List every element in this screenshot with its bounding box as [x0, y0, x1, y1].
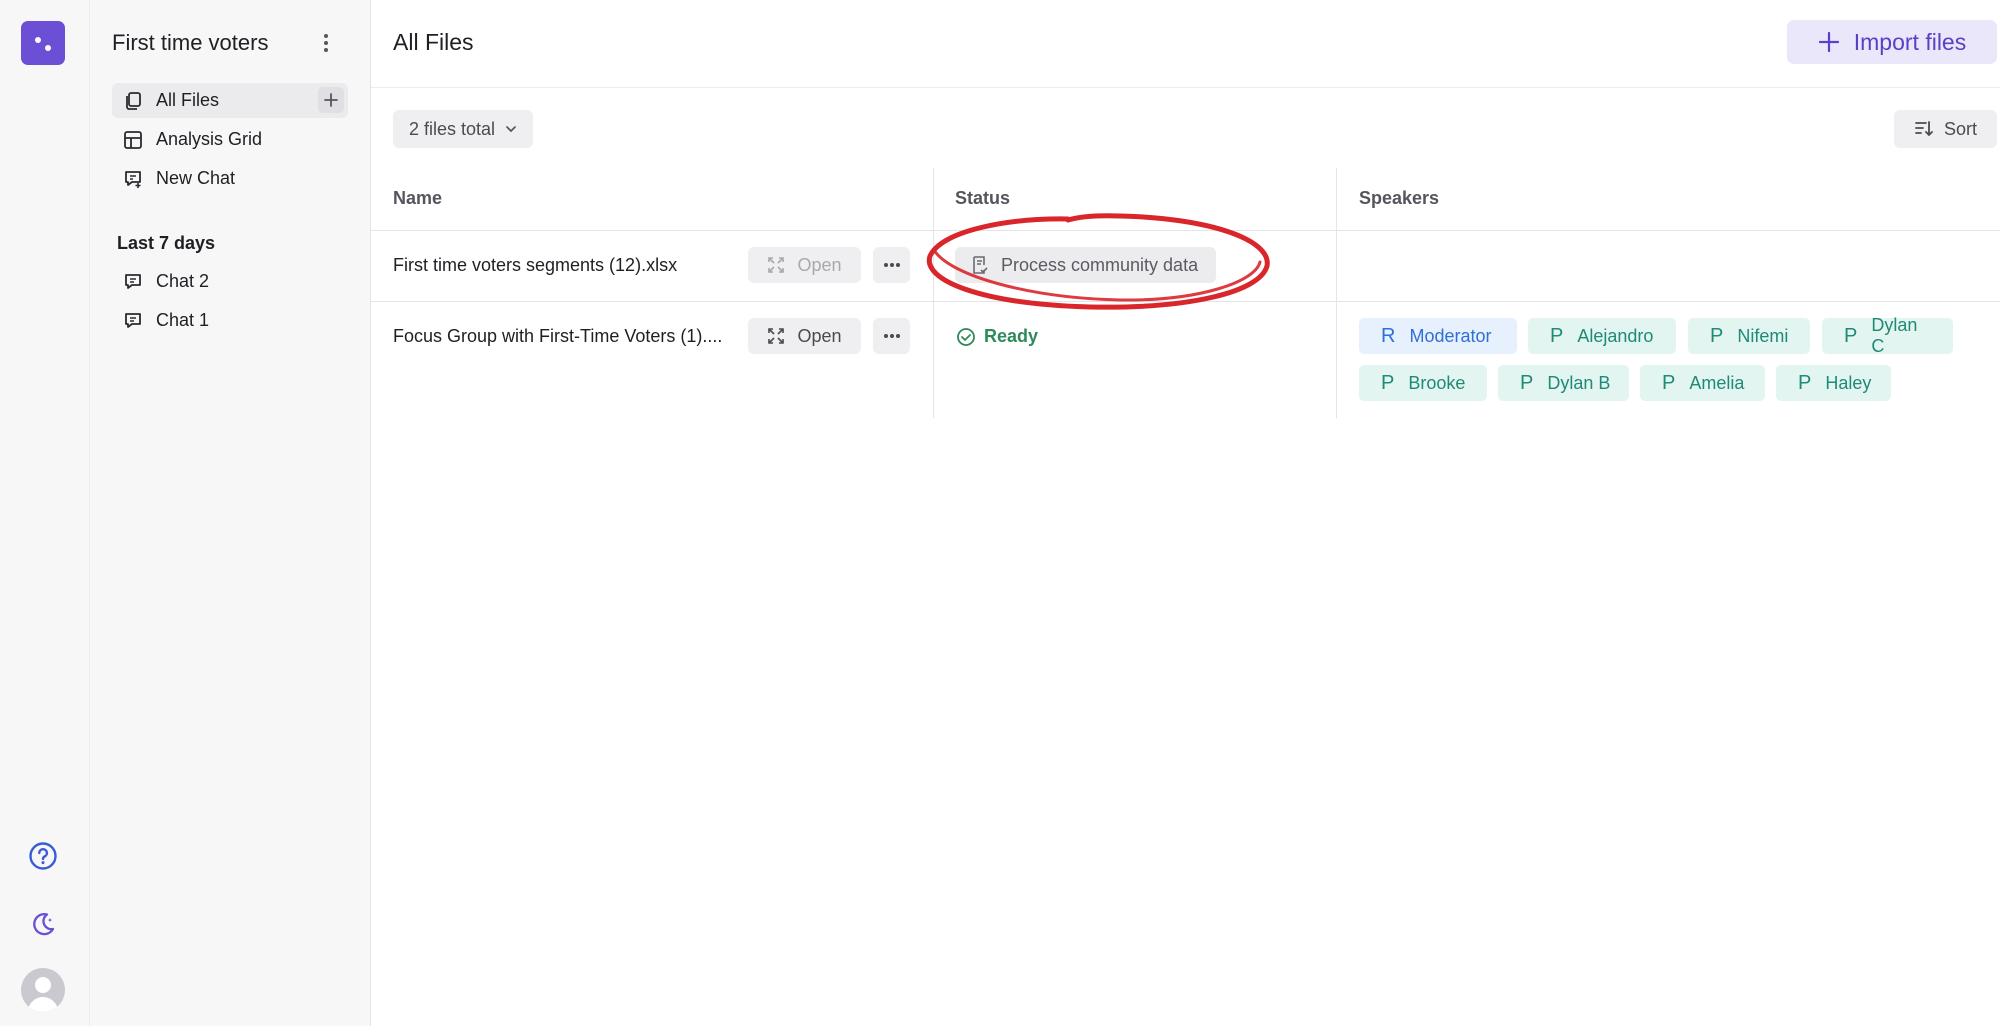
- speaker-initial: P: [1520, 371, 1534, 394]
- speaker-name: Haley: [1825, 372, 1872, 393]
- speaker-chip[interactable]: P Dylan B: [1498, 365, 1629, 401]
- open-button[interactable]: Open: [748, 318, 861, 354]
- file-name[interactable]: First time voters segments (12).xlsx: [393, 255, 677, 276]
- speaker-name: Nifemi: [1737, 325, 1789, 346]
- speaker-name: Moderator: [1409, 325, 1492, 346]
- open-button[interactable]: Open: [748, 247, 861, 283]
- check-circle-icon: [957, 327, 975, 346]
- top-bar: All Files Import files: [371, 0, 2000, 88]
- status-badge-ready: Ready: [956, 326, 1038, 347]
- sidebar-item-label: Analysis Grid: [156, 129, 263, 149]
- column-divider: [1336, 168, 1337, 418]
- sort-icon: [1915, 121, 1933, 137]
- sidebar-item-chat-2[interactable]: Chat 2: [112, 264, 348, 299]
- main-panel: All Files Import files 2 files total Sor…: [371, 0, 2000, 1026]
- import-files-label: Import files: [1853, 28, 1967, 55]
- project-sidebar: First time voters All Files Analysis Gri…: [90, 0, 371, 1026]
- file-name[interactable]: Focus Group with First-Time Voters (1)..…: [393, 326, 722, 347]
- plus-icon: [1818, 31, 1839, 53]
- speaker-chip-moderator[interactable]: R Moderator: [1359, 318, 1517, 354]
- speaker-name: Brooke: [1408, 372, 1466, 393]
- row-divider: [371, 301, 2000, 302]
- sidebar-item-label: Chat 1: [156, 310, 210, 330]
- chevron-down-icon: [506, 126, 516, 133]
- chat-icon: [122, 271, 144, 293]
- speaker-chip[interactable]: P Haley: [1776, 365, 1891, 401]
- speaker-initial: P: [1798, 371, 1812, 394]
- header-divider: [371, 230, 2000, 231]
- speaker-initial: P: [1381, 371, 1395, 394]
- sort-button[interactable]: Sort: [1894, 110, 1997, 148]
- column-header-speakers[interactable]: Speakers: [1359, 188, 1439, 209]
- document-check-icon: [973, 256, 988, 274]
- expand-icon: [768, 257, 785, 273]
- sidebar-item-label: New Chat: [156, 168, 236, 188]
- sidebar-item-analysis-grid[interactable]: Analysis Grid: [112, 122, 348, 157]
- more-options-button[interactable]: [873, 318, 910, 354]
- speaker-chip[interactable]: P Alejandro: [1528, 318, 1676, 354]
- files-total-dropdown[interactable]: 2 files total: [393, 110, 534, 148]
- help-icon[interactable]: [25, 838, 61, 874]
- speaker-chip[interactable]: P Dylan C: [1822, 315, 1953, 356]
- more-horizontal-icon: [883, 334, 900, 338]
- app-logo[interactable]: [21, 21, 65, 65]
- speaker-initial: R: [1381, 324, 1396, 347]
- speaker-chip[interactable]: P Amelia: [1640, 365, 1765, 401]
- grid-icon: [122, 129, 144, 151]
- more-options-button[interactable]: [873, 247, 910, 283]
- sidebar-item-label: All Files: [156, 90, 220, 110]
- project-title: First time voters: [112, 30, 269, 55]
- sidebar-item-chat-1[interactable]: Chat 1: [112, 303, 348, 338]
- moon-icon[interactable]: [25, 906, 61, 942]
- more-horizontal-icon: [883, 263, 900, 267]
- speaker-name: Alejandro: [1577, 325, 1654, 346]
- sort-label: Sort: [1943, 118, 1977, 139]
- column-divider: [933, 168, 934, 418]
- expand-icon: [768, 328, 785, 344]
- speaker-chip[interactable]: P Nifemi: [1688, 318, 1810, 354]
- sidebar-item-label: Chat 2: [156, 271, 210, 291]
- status-label: Process community data: [1001, 254, 1199, 275]
- page-title: All Files: [393, 29, 474, 55]
- sidebar-item-all-files[interactable]: All Files: [112, 83, 348, 118]
- import-files-button[interactable]: Import files: [1787, 20, 1997, 64]
- open-label: Open: [797, 325, 842, 346]
- status-label: Ready: [984, 326, 1039, 346]
- chat-icon: [122, 310, 144, 332]
- icon-rail: [0, 0, 90, 1026]
- speaker-initial: P: [1844, 324, 1858, 347]
- speaker-initial: P: [1550, 324, 1564, 347]
- section-label-last-7-days: Last 7 days: [117, 233, 216, 253]
- speaker-initial: P: [1710, 324, 1724, 347]
- speaker-initial: P: [1662, 371, 1676, 394]
- status-badge-processing: Process community data: [955, 247, 1217, 283]
- speaker-name: Dylan B: [1547, 372, 1611, 393]
- speaker-name: Amelia: [1689, 372, 1745, 393]
- speaker-chip[interactable]: P Brooke: [1359, 365, 1487, 401]
- files-total-label: 2 files total: [409, 118, 496, 139]
- files-icon: [122, 90, 144, 112]
- speaker-name: Dylan C: [1871, 315, 1918, 356]
- add-file-icon[interactable]: [318, 87, 344, 113]
- chat-plus-icon: [122, 168, 144, 190]
- sidebar-item-new-chat[interactable]: New Chat: [112, 161, 348, 196]
- open-label: Open: [797, 254, 842, 275]
- column-header-name[interactable]: Name: [393, 188, 442, 209]
- user-avatar[interactable]: [21, 968, 65, 1012]
- kebab-menu-icon[interactable]: [316, 30, 336, 56]
- column-header-status[interactable]: Status: [955, 188, 1010, 209]
